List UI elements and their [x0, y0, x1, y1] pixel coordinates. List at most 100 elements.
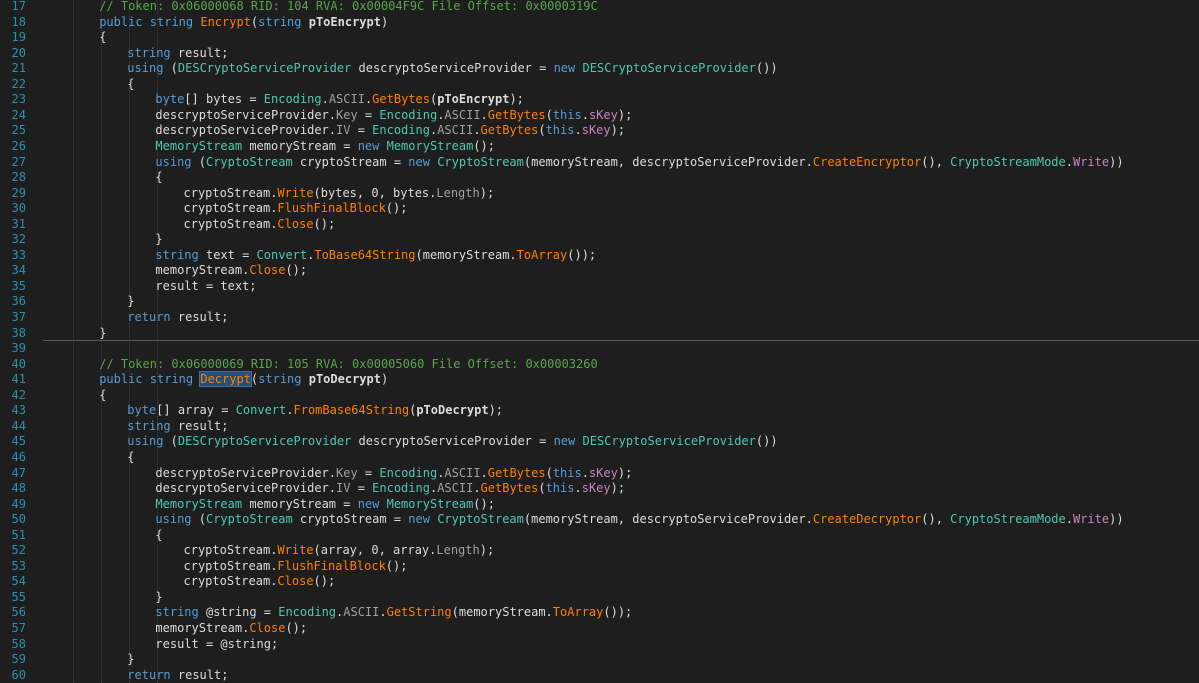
code-line[interactable]: 24 descryptoServiceProvider.Key = Encodin…: [0, 107, 1199, 123]
code-line[interactable]: 22 {: [0, 76, 1199, 92]
code-token: )): [1109, 154, 1124, 169]
code-line[interactable]: 29 cryptoStream.Write(bytes, 0, bytes.Len…: [0, 185, 1199, 201]
code-line[interactable]: 58 result = @string;: [0, 636, 1199, 652]
code-token: ();: [385, 201, 408, 216]
code-line[interactable]: 47 descryptoServiceProvider.Key = Encodin…: [0, 465, 1199, 481]
code-line[interactable]: 36}: [0, 293, 1199, 309]
code-token: pToEncrypt: [308, 14, 381, 29]
line-number: 35: [11, 278, 26, 293]
code-line[interactable]: 42 {: [0, 387, 1199, 403]
code-token: ());: [603, 605, 633, 620]
code-text: // Token: 0x06000068 RID: 104 RVA: 0x000…: [99, 0, 598, 14]
line-number: 60: [11, 667, 26, 682]
code-token: FlushFinalBlock: [277, 201, 386, 216]
code-line[interactable]: 31 cryptoStream.Close();: [0, 216, 1199, 232]
code-token: {: [155, 170, 163, 185]
code-line[interactable]: 18 public string Encrypt(string pToEncryp…: [0, 14, 1199, 30]
line-number: 56: [11, 605, 26, 620]
code-line[interactable]: 19 {: [0, 29, 1199, 45]
code-line[interactable]: 26 MemoryStream memoryStream = new Memory…: [0, 138, 1199, 154]
code-line[interactable]: 20 string result;: [0, 45, 1199, 61]
line-number: 57: [11, 621, 26, 635]
code-token: CryptoStream: [437, 512, 524, 527]
code-line[interactable]: 40 // Token: 0x06000069 RID: 105 RVA: 0x0…: [0, 356, 1199, 372]
code-line[interactable]: 30 cryptoStream.FlushFinalBlock();: [0, 200, 1199, 216]
code-text: cryptoStream.Close();: [184, 216, 336, 232]
code-token: (: [545, 107, 553, 122]
code-text: descryptoServiceProvider.Key = Encoding.…: [155, 107, 632, 123]
code-line[interactable]: 53 cryptoStream.FlushFinalBlock();: [0, 558, 1199, 574]
code-token: using: [127, 434, 171, 449]
code-token: .: [1065, 512, 1073, 527]
code-line[interactable]: 23 byte[] bytes = Encoding.ASCII.GetBytes…: [0, 91, 1199, 107]
code-token: this: [545, 123, 575, 138]
code-text: {: [127, 76, 134, 92]
code-token: ();: [473, 496, 495, 511]
code-editor[interactable]: 17 // Token: 0x06000068 RID: 104 RVA: 0x0…: [0, 0, 1199, 683]
code-line[interactable]: 60 return result;: [0, 667, 1199, 683]
code-token: Length: [436, 185, 480, 200]
code-text: cryptoStream.FlushFinalBlock();: [184, 200, 408, 216]
code-line[interactable]: 45 using (DESCryptoServiceProvider descry…: [0, 433, 1199, 449]
code-token: GetBytes: [372, 92, 430, 107]
line-number: 51: [11, 527, 26, 542]
code-token: ()): [755, 61, 778, 76]
line-number: 41: [11, 372, 26, 387]
code-line[interactable]: 34 memoryStream.Close();: [0, 262, 1199, 278]
code-line[interactable]: 52 cryptoStream.Write(array, 0, array.Len…: [0, 542, 1199, 558]
line-number: 55: [11, 589, 26, 604]
code-token: memoryStream =: [242, 496, 358, 511]
selected-word: Decrypt: [199, 371, 252, 388]
code-token: pToDecrypt: [416, 403, 489, 418]
code-token: (: [198, 154, 206, 169]
code-line[interactable]: 43 byte[] array = Convert.FromBase64Strin…: [0, 402, 1199, 418]
code-line[interactable]: 41 public string Decrypt(string pToDecryp…: [0, 371, 1199, 388]
code-token: descryptoServiceProvider.: [155, 123, 337, 138]
code-text: descryptoServiceProvider.IV = Encoding.A…: [155, 480, 625, 496]
code-token: pToEncrypt: [437, 92, 510, 107]
code-token: Close: [277, 574, 314, 589]
code-line[interactable]: 44 string result;: [0, 418, 1199, 434]
code-line[interactable]: 56 string @string = Encoding.ASCII.GetStr…: [0, 604, 1199, 620]
code-line[interactable]: 46 {: [0, 449, 1199, 465]
code-token: string: [155, 247, 206, 262]
code-line[interactable]: 39: [0, 340, 1199, 356]
code-line[interactable]: 54 cryptoStream.Close();: [0, 573, 1199, 589]
code-line[interactable]: 33 string text = Convert.ToBase64String(m…: [0, 247, 1199, 263]
code-token: using: [155, 154, 199, 169]
code-token: }: [127, 294, 135, 309]
code-line[interactable]: 35 result = text;: [0, 278, 1199, 294]
code-line[interactable]: 38}: [0, 325, 1199, 341]
code-token: );: [617, 465, 633, 480]
code-token: descryptoServiceProvider =: [351, 61, 554, 76]
code-line[interactable]: 50 using (CryptoStream cryptoStream = new…: [0, 511, 1199, 527]
code-token: (: [198, 512, 206, 527]
code-line[interactable]: 49 MemoryStream memoryStream = new Memory…: [0, 496, 1199, 512]
code-line[interactable]: 27 using (CryptoStream cryptoStream = new…: [0, 154, 1199, 170]
code-line[interactable]: 59}: [0, 651, 1199, 667]
code-line[interactable]: 57 memoryStream.Close();: [0, 620, 1199, 636]
code-text: using (CryptoStream cryptoStream = new C…: [155, 154, 1123, 170]
line-number: 28: [11, 170, 26, 185]
code-line[interactable]: 17 // Token: 0x06000068 RID: 104 RVA: 0x0…: [0, 0, 1199, 14]
code-line[interactable]: 51 {: [0, 527, 1199, 543]
code-token: // Token: 0x06000068 RID: 104 RVA: 0x000…: [99, 0, 598, 13]
code-line[interactable]: 48 descryptoServiceProvider.IV = Encoding…: [0, 480, 1199, 496]
code-token: sKey: [581, 481, 611, 496]
code-token: DESCryptoServiceProvider: [582, 434, 756, 449]
code-token: ToBase64String: [314, 247, 416, 262]
code-line[interactable]: 37 return result;: [0, 309, 1199, 325]
code-token: (: [538, 123, 546, 138]
code-line[interactable]: 55}: [0, 589, 1199, 605]
code-line[interactable]: 28 {: [0, 169, 1199, 185]
code-line[interactable]: 32}: [0, 231, 1199, 247]
line-number: 44: [11, 418, 26, 433]
code-line[interactable]: 21 using (DESCryptoServiceProvider descry…: [0, 60, 1199, 76]
line-number: 23: [11, 92, 26, 107]
code-token: cryptoStream.: [183, 185, 278, 200]
code-token: CryptoStreamMode: [950, 512, 1066, 527]
code-token: =: [357, 107, 380, 122]
code-token: cryptoStream.: [183, 216, 278, 231]
code-line[interactable]: 25 descryptoServiceProvider.IV = Encoding…: [0, 122, 1199, 138]
line-number: 34: [11, 263, 26, 278]
